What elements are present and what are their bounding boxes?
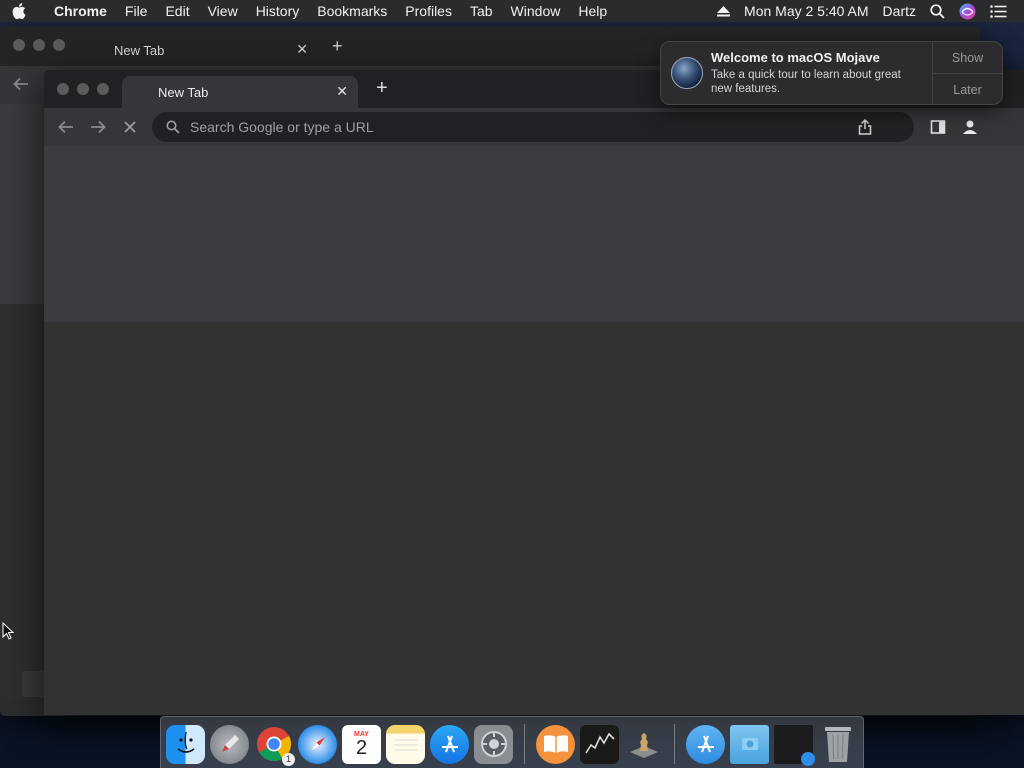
side-panel-icon[interactable]: [928, 117, 948, 137]
new-tab-button[interactable]: +: [376, 78, 388, 98]
siri-icon[interactable]: [952, 3, 983, 20]
menu-file[interactable]: File: [116, 3, 157, 19]
stop-loading-icon[interactable]: [120, 117, 140, 137]
notification-actions: Show Later: [932, 42, 1002, 104]
minimize-window-button[interactable]: [77, 83, 89, 95]
safari-icon[interactable]: [298, 724, 337, 764]
macos-mojave-icon: [671, 57, 703, 89]
close-window-button[interactable]: [13, 39, 25, 51]
omnibox-placeholder: Search Google or type a URL: [190, 119, 374, 135]
system-preferences-icon[interactable]: [474, 724, 513, 764]
notification-later-button[interactable]: Later: [933, 74, 1002, 106]
browser-window: New Tab ✕ + Search Google or type a URL: [44, 70, 1024, 715]
menu-bookmarks[interactable]: Bookmarks: [308, 3, 396, 19]
books-icon[interactable]: [536, 724, 575, 764]
notification-banner[interactable]: Welcome to macOS Mojave Take a quick tou…: [660, 41, 1003, 105]
menu-app-name[interactable]: Chrome: [38, 3, 116, 19]
close-tab-icon[interactable]: ✕: [336, 83, 348, 100]
new-tab-page-content: [44, 322, 1024, 715]
zoom-window-button[interactable]: [97, 83, 109, 95]
back-window-content: [0, 104, 44, 304]
tab-new-tab[interactable]: New Tab ✕: [122, 76, 358, 108]
new-tab-page-header: [44, 146, 1024, 322]
chess-icon[interactable]: [624, 725, 663, 764]
minimized-window-icon[interactable]: [774, 724, 815, 766]
back-tab-title: New Tab: [114, 42, 165, 58]
notification-body: Take a quick tour to learn about great n…: [711, 69, 901, 95]
omnibox[interactable]: Search Google or type a URL: [152, 112, 914, 142]
menu-window[interactable]: Window: [502, 3, 570, 19]
safari-badge-icon: [801, 751, 815, 766]
profile-avatar-icon[interactable]: [960, 117, 980, 137]
minimize-window-button[interactable]: [33, 39, 45, 51]
downloads-folder-icon[interactable]: [730, 724, 769, 764]
zoom-window-button[interactable]: [53, 39, 65, 51]
notification-title: Welcome to macOS Mojave: [711, 50, 880, 65]
calendar-day: 2: [355, 736, 368, 759]
toolbar: Search Google or type a URL: [44, 108, 1024, 146]
eject-icon[interactable]: [710, 5, 737, 17]
dock: 1 MAY 2: [160, 716, 864, 768]
window-controls: [57, 83, 109, 95]
launchpad-icon[interactable]: [210, 724, 249, 764]
back-tab-new-tab[interactable]: New Tab ✕: [78, 34, 318, 66]
close-tab-icon[interactable]: ✕: [296, 41, 308, 58]
menu-help[interactable]: Help: [569, 3, 616, 19]
share-icon[interactable]: [858, 118, 872, 138]
back-arrow-icon[interactable]: [56, 117, 76, 137]
back-new-tab-button[interactable]: +: [332, 36, 343, 57]
notification-text: Welcome to macOS Mojave Take a quick tou…: [711, 50, 921, 96]
menu-tab[interactable]: Tab: [461, 3, 502, 19]
close-window-button[interactable]: [57, 83, 69, 95]
menubar-clock[interactable]: Mon May 2 5:40 AM: [737, 3, 876, 19]
chrome-badge: 1: [282, 752, 295, 766]
finder-icon[interactable]: [166, 724, 205, 764]
tab-title: New Tab: [158, 84, 209, 100]
dock-separator: [524, 724, 525, 764]
menubar-user[interactable]: Dartz: [876, 3, 923, 19]
dock-separator: [674, 724, 675, 764]
notification-center-icon[interactable]: [983, 4, 1014, 18]
app-store-icon[interactable]: [430, 724, 469, 764]
calendar-icon[interactable]: MAY 2: [342, 724, 381, 764]
notes-icon[interactable]: [386, 724, 425, 764]
menu-history[interactable]: History: [247, 3, 309, 19]
search-icon: [164, 118, 182, 136]
menu-bar: Chrome File Edit View History Bookmarks …: [0, 0, 1024, 22]
notification-show-button[interactable]: Show: [933, 42, 1002, 74]
chrome-icon[interactable]: 1: [254, 725, 295, 766]
mouse-cursor-icon: [2, 621, 15, 645]
menu-profiles[interactable]: Profiles: [396, 3, 461, 19]
apple-icon[interactable]: [0, 3, 38, 19]
back-arrow-icon[interactable]: [12, 75, 30, 98]
trash-icon[interactable]: [818, 725, 857, 764]
stocks-icon[interactable]: [580, 724, 619, 764]
spotlight-search-icon[interactable]: [923, 3, 952, 19]
menu-view[interactable]: View: [199, 3, 247, 19]
back-window-controls: [13, 39, 65, 51]
forward-arrow-icon[interactable]: [88, 117, 108, 137]
applications-folder-icon[interactable]: [686, 724, 725, 764]
menu-edit[interactable]: Edit: [156, 3, 198, 19]
